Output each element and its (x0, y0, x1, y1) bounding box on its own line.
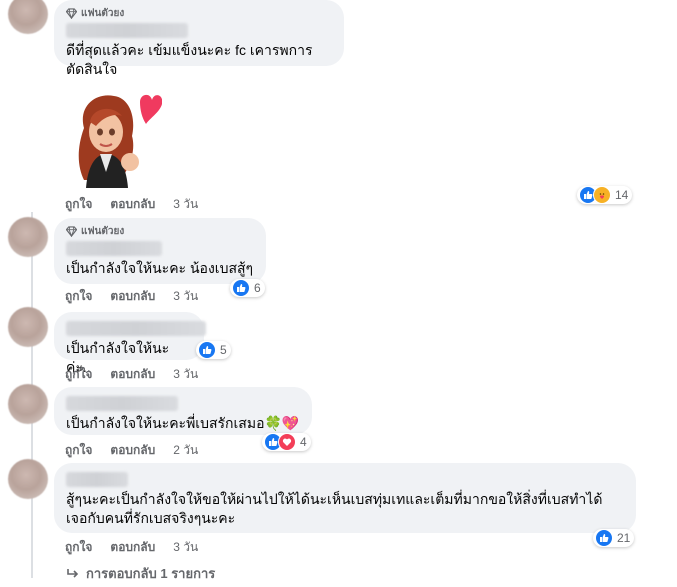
reply-button[interactable]: ตอบกลับ (110, 287, 155, 306)
comment-bubble: เป็นกำลังใจให้นะค่ะ.. (54, 312, 206, 375)
commenter-name[interactable] (66, 472, 128, 487)
reply-arrow-icon (67, 568, 79, 578)
like-button[interactable]: ถูกใจ (65, 538, 92, 557)
commenter-name[interactable] (66, 321, 206, 336)
commenter-name[interactable] (66, 23, 188, 38)
like-button[interactable]: ถูกใจ (65, 195, 92, 214)
avatar[interactable] (8, 307, 48, 347)
reaction-count: 4 (300, 435, 307, 449)
timestamp[interactable]: 3 วัน (173, 538, 198, 557)
comment-bubble: แฟนตัวยง เป็นกำลังใจให้นะคะ น้องเบสสู้ๆ (54, 218, 266, 284)
reaction-summary[interactable]: 14 (577, 186, 633, 204)
sticker-avatar-heart (70, 88, 163, 188)
reply-button[interactable]: ตอบกลับ (110, 441, 155, 460)
like-reaction-icon (232, 279, 250, 297)
reaction-count: 6 (254, 281, 261, 295)
like-reaction-icon (198, 341, 216, 359)
reaction-summary[interactable]: 4 (262, 433, 311, 451)
reply-button[interactable]: ตอบกลับ (110, 538, 155, 557)
reaction-count: 14 (615, 188, 629, 202)
comment-actions: ถูกใจ ตอบกลับ 3 วัน (65, 196, 198, 212)
comment-text-line-2: เจอกับคนที่รักเบสจริงๆนะคะ (66, 510, 236, 526)
diamond-icon (66, 7, 77, 19)
view-replies-label: การตอบกลับ 1 รายการ (86, 566, 216, 581)
timestamp[interactable]: 3 วัน (173, 195, 198, 214)
heart-reaction-icon (278, 433, 296, 451)
avatar[interactable] (8, 384, 48, 424)
comment-text-line-1: สู้ๆนะคะเป็นกำลังใจให้ขอให้ผ่านไปให้ได้น… (66, 491, 603, 507)
commenter-name[interactable] (66, 396, 178, 411)
reply-button[interactable]: ตอบกลับ (110, 195, 155, 214)
comment-actions: ถูกใจ ตอบกลับ 2 วัน (65, 442, 198, 458)
reaction-summary[interactable]: 6 (230, 279, 265, 297)
comment-text: เป็นกำลังใจให้นะคะพี่เบสรักเสมอ🍀💖 (66, 415, 300, 431)
comment-actions: ถูกใจ ตอบกลับ 3 วัน (65, 288, 198, 304)
comment-bubble: เป็นกำลังใจให้นะคะพี่เบสรักเสมอ🍀💖 (54, 387, 312, 435)
like-button[interactable]: ถูกใจ (65, 287, 92, 306)
reaction-summary[interactable]: 21 (593, 529, 635, 547)
reaction-count: 5 (220, 343, 227, 357)
avatar[interactable] (8, 459, 48, 499)
timestamp[interactable]: 3 วัน (173, 365, 198, 384)
reaction-count: 21 (617, 531, 631, 545)
diamond-icon (66, 225, 77, 237)
comment-bubble: สู้ๆนะคะเป็นกำลังใจให้ขอให้ผ่านไปให้ได้น… (54, 463, 636, 533)
fan-badge-label: แฟนตัวยง (81, 225, 125, 237)
view-replies-link[interactable]: การตอบกลับ 1 รายการ (66, 563, 215, 584)
fan-badge: แฟนตัวยง (66, 6, 332, 20)
like-reaction-icon (595, 529, 613, 547)
timestamp[interactable]: 2 วัน (173, 441, 198, 460)
like-button[interactable]: ถูกใจ (65, 365, 92, 384)
like-button[interactable]: ถูกใจ (65, 441, 92, 460)
commenter-name[interactable] (66, 241, 162, 256)
fan-badge-label: แฟนตัวยง (81, 7, 125, 19)
avatar[interactable] (8, 217, 48, 257)
comment-text: เป็นกำลังใจให้นะคะ น้องเบสสู้ๆ (66, 260, 254, 276)
reply-button[interactable]: ตอบกลับ (110, 365, 155, 384)
avatar[interactable] (8, 0, 48, 34)
comment-bubble: แฟนตัวยง ดีที่สุดแล้วคะ เข้มแข็งนะคะ fc … (54, 0, 344, 77)
fan-badge: แฟนตัวยง (66, 224, 254, 238)
timestamp[interactable]: 3 วัน (173, 287, 198, 306)
comment-actions: ถูกใจ ตอบกลับ 3 วัน (65, 539, 198, 555)
comment-actions: ถูกใจ ตอบกลับ 3 วัน (65, 366, 198, 382)
care-reaction-icon (593, 186, 611, 204)
comment-text: ดีที่สุดแล้วคะ เข้มแข็งนะคะ fc เคารพการต… (66, 42, 313, 77)
reaction-summary[interactable]: 5 (196, 341, 231, 359)
